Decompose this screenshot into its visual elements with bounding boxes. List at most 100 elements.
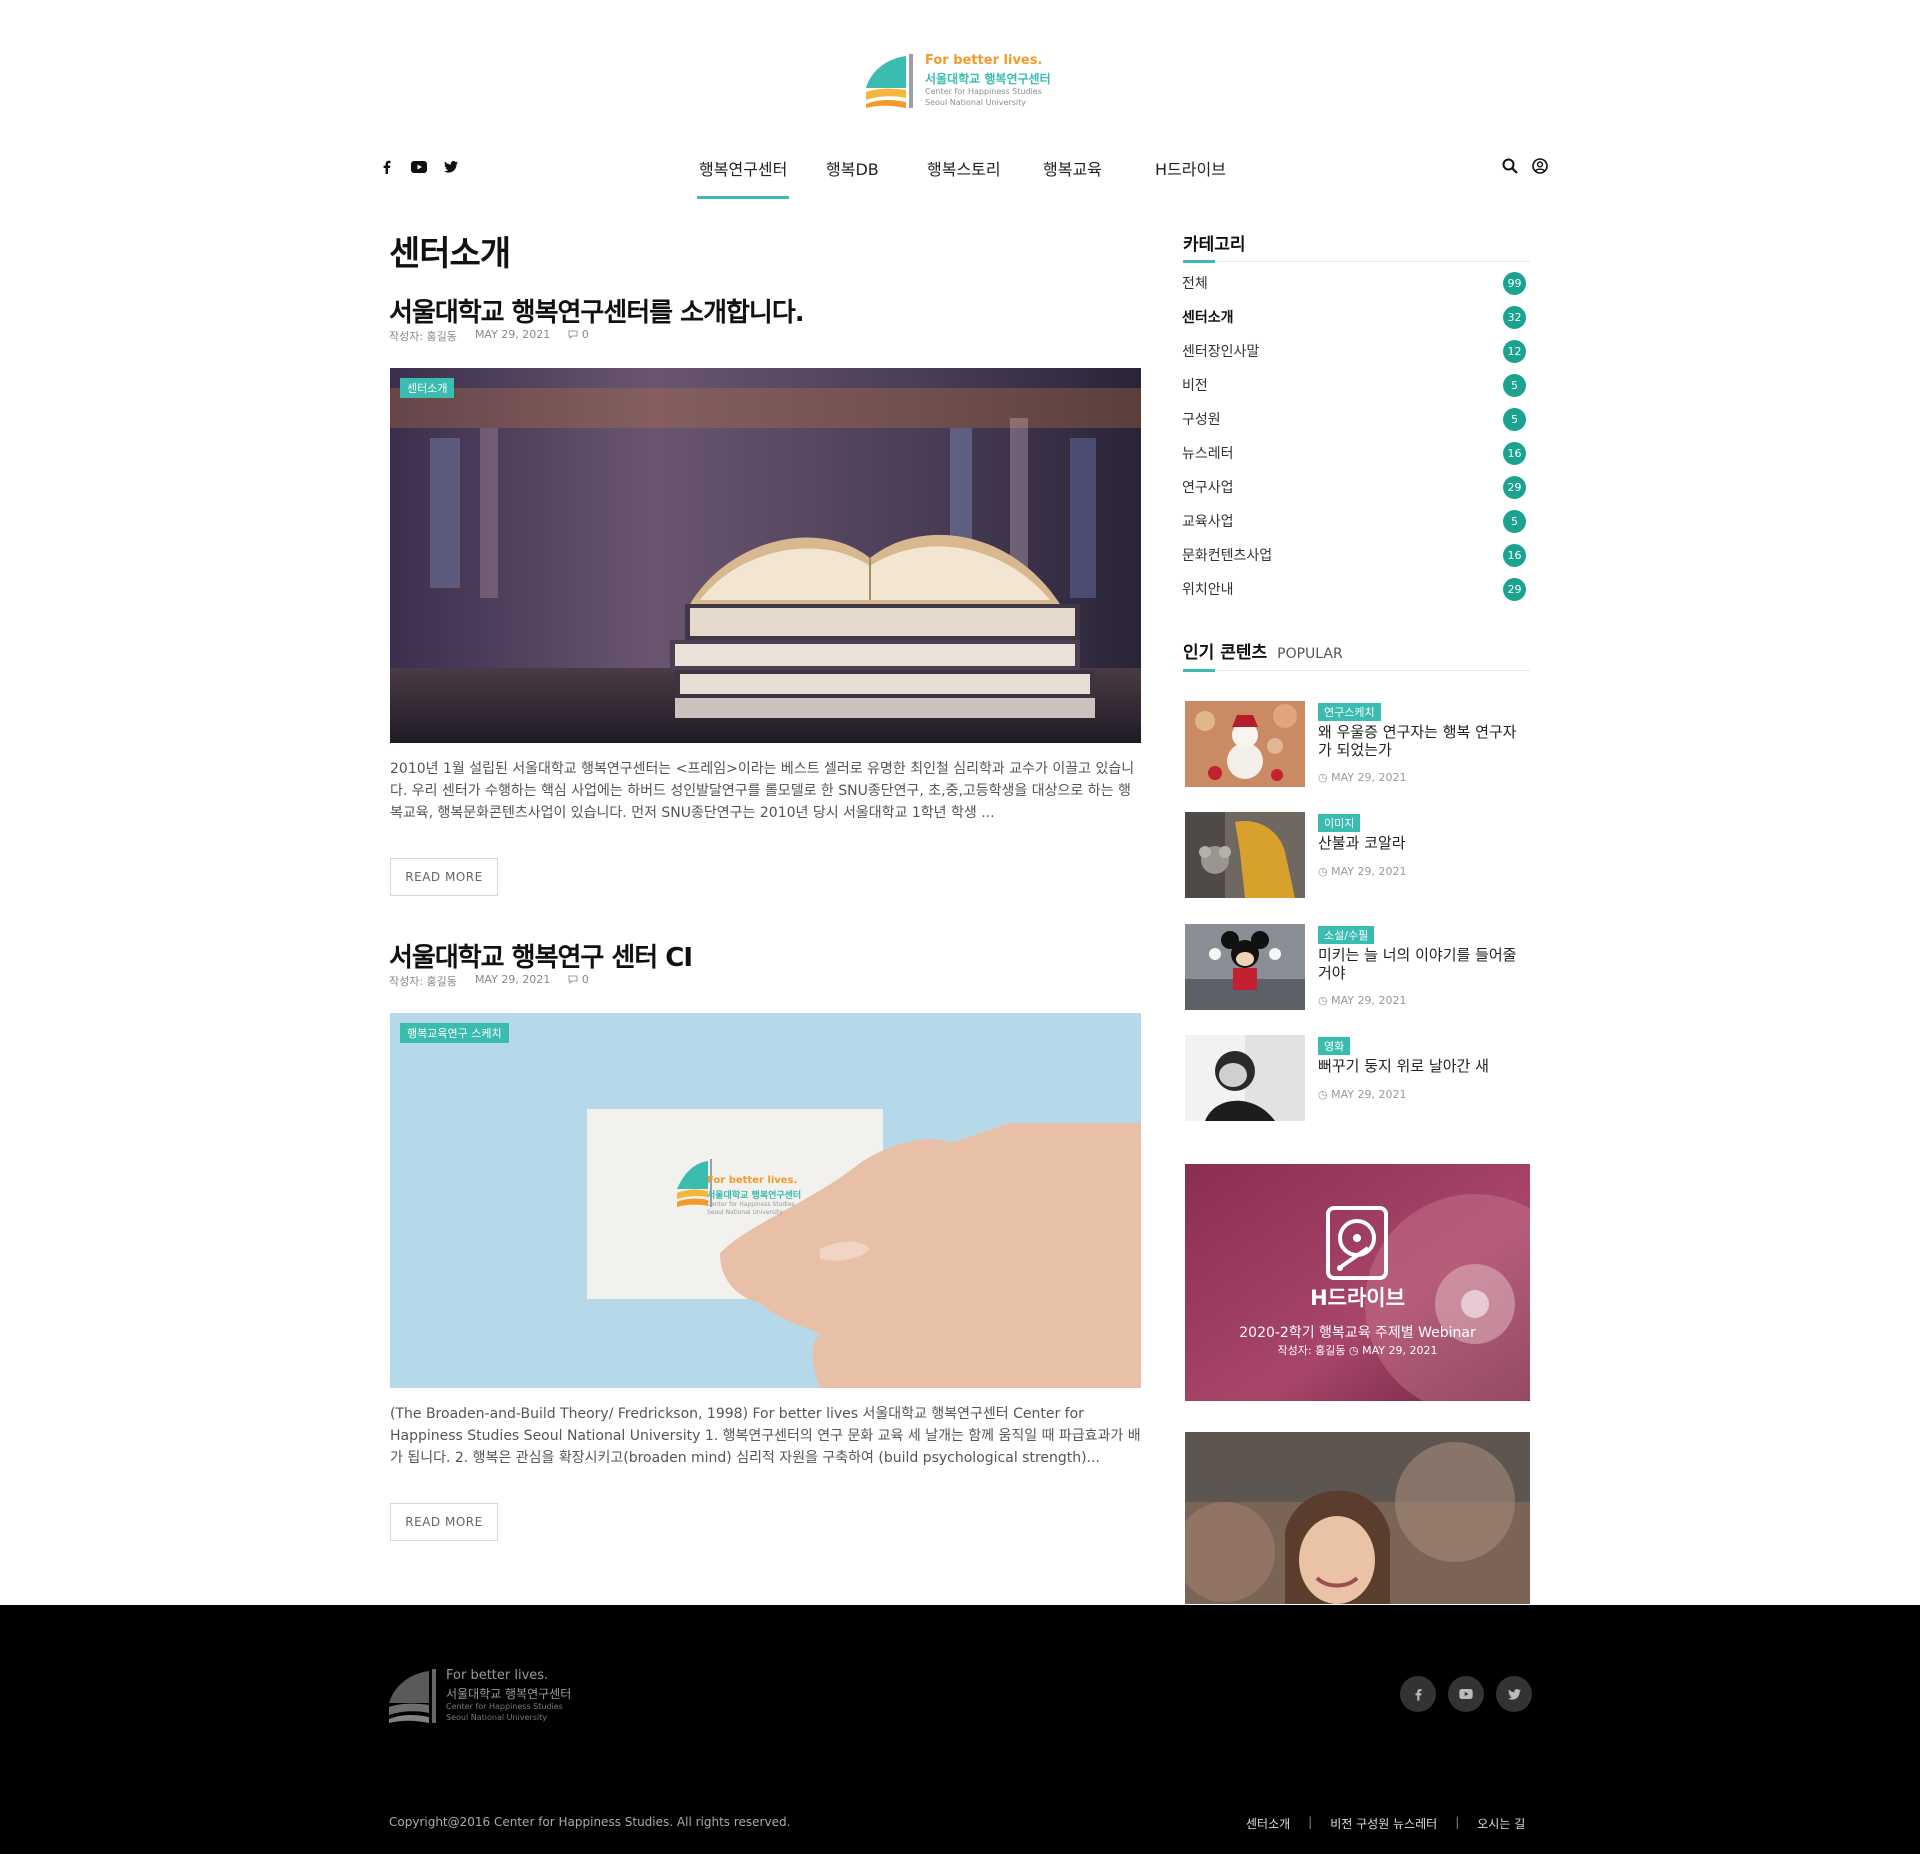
category-item[interactable]: 위치안내 29 <box>1182 572 1528 606</box>
category-list: 전체 99 센터소개 32 센터장인사말 12 비전 5 구성원 5 뉴스레터 16 연구사… <box>1182 266 1528 606</box>
category-count-badge: 16 <box>1503 441 1526 465</box>
nav-item-happiness-db[interactable]: 행복DB <box>826 156 879 180</box>
popular-category-tag[interactable]: 영화 <box>1318 1037 1351 1055</box>
post-comments[interactable]: 0 <box>568 973 589 989</box>
koala-image <box>1185 812 1305 898</box>
header-tools <box>1502 158 1548 178</box>
twitter-icon[interactable] <box>1496 1676 1532 1712</box>
popular-date: ◷ MAY 29, 2021 <box>1318 865 1407 878</box>
logo-divider <box>909 54 913 108</box>
cuckoo-nest-image <box>1185 1035 1305 1121</box>
copyright-text: Copyright@2016 Center for Happiness Stud… <box>389 1815 791 1829</box>
popular-heading-underline <box>1183 669 1530 672</box>
h-drive-meta: 작성자: 홍길동 ◷ MAY 29, 2021 <box>1277 1344 1438 1357</box>
nav-item-happiness-education[interactable]: 행복교육 <box>1043 156 1102 180</box>
footer-logo-sail-icon <box>389 1671 429 1723</box>
popular-item[interactable]: 영화 뻐꾸기 둥지 위로 날아간 새 ◷ MAY 29, 2021 <box>1185 1035 1530 1123</box>
category-count-badge: 5 <box>1503 509 1526 533</box>
nav-item-happiness-center[interactable]: 행복연구센터 <box>696 156 790 199</box>
logo-en-line2: Seoul National University <box>925 98 1026 107</box>
popular-title[interactable]: 뻐꾸기 둥지 위로 날아간 새 <box>1318 1057 1528 1075</box>
footer-link-separator: | <box>1455 1815 1460 1829</box>
footer-link-directions[interactable]: 오시는 길 <box>1477 1815 1525 1832</box>
site-logo[interactable]: For better lives. 서울대학교 행복연구센터 Center fo… <box>862 50 1062 114</box>
footer-link-separator: | <box>1308 1815 1313 1829</box>
footer-link-center-intro[interactable]: 센터소개 <box>1246 1815 1290 1832</box>
snowman-image <box>1185 701 1305 787</box>
h-drive-feature-card[interactable]: H드라이브 2020-2학기 행복교육 주제별 Webinar 작성자: 홍길동… <box>1185 1164 1530 1401</box>
popular-subheading: POPULAR <box>1277 646 1343 662</box>
post-thumbnail-books[interactable]: 센터소개 <box>390 368 1141 743</box>
popular-item[interactable]: 연구스케치 왜 우울증 연구자는 행복 연구자가 되었는가 ◷ MAY 29, … <box>1185 701 1530 789</box>
read-more-button[interactable]: READ MORE <box>390 1503 498 1541</box>
comment-icon <box>568 330 578 340</box>
category-item[interactable]: 연구사업 29 <box>1182 470 1528 504</box>
logo-en-line1: Center for Happiness Studies <box>925 87 1042 96</box>
popular-item[interactable]: 소설/수필 미키는 늘 너의 이야기를 들어줄 거야 ◷ MAY 29, 202… <box>1185 924 1530 1012</box>
post-thumbnail-business-card[interactable]: For better lives. 서울대학교 행복연구센터 Center fo… <box>390 1013 1141 1388</box>
nav-item-h-drive[interactable]: H드라이브 <box>1155 156 1226 180</box>
popular-title[interactable]: 왜 우울증 연구자는 행복 연구자가 되었는가 <box>1318 723 1528 759</box>
card-logo-slogan: For better lives. <box>707 1175 798 1186</box>
footer-link-vision-members-newsletter[interactable]: 비전 구성원 뉴스레터 <box>1330 1815 1437 1832</box>
post-author: 작성자: 홍길동 <box>389 975 457 988</box>
books-image <box>390 368 1141 743</box>
h-drive-title[interactable]: 2020-2학기 행복교육 주제별 Webinar <box>1185 1322 1530 1342</box>
footer-logo-en-line2: Seoul National University <box>446 1713 547 1722</box>
comment-icon <box>568 975 578 985</box>
category-count-badge: 29 <box>1503 475 1526 499</box>
category-item[interactable]: 비전 5 <box>1182 368 1528 402</box>
popular-thumbnail[interactable] <box>1185 1035 1305 1121</box>
popular-date: ◷ MAY 29, 2021 <box>1318 1088 1407 1101</box>
footer-links: 센터소개 | 비전 구성원 뉴스레터 | 오시는 길 <box>1246 1815 1525 1832</box>
footer-logo-slogan: For better lives. <box>446 1668 549 1683</box>
category-item[interactable]: 뉴스레터 16 <box>1182 436 1528 470</box>
popular-category-tag[interactable]: 소설/수필 <box>1318 926 1375 944</box>
logo-name: 서울대학교 행복연구센터 <box>925 72 1051 86</box>
category-count-badge: 32 <box>1503 305 1526 329</box>
post-category-tag[interactable]: 행복교육연구 스케치 <box>400 1023 509 1043</box>
post-category-tag[interactable]: 센터소개 <box>400 378 455 398</box>
popular-category-tag[interactable]: 이미지 <box>1318 814 1361 832</box>
youtube-icon[interactable] <box>1448 1676 1484 1712</box>
post-title[interactable]: 서울대학교 행복연구 센터 CI <box>389 937 693 974</box>
post-title[interactable]: 서울대학교 행복연구센터를 소개합니다. <box>389 292 805 329</box>
page-title: 센터소개 <box>389 234 511 274</box>
post-comments[interactable]: 0 <box>568 328 589 344</box>
user-account-icon[interactable] <box>1532 158 1548 178</box>
popular-item[interactable]: 이미지 산불과 코알라 ◷ MAY 29, 2021 <box>1185 812 1530 900</box>
category-item[interactable]: 교육사업 5 <box>1182 504 1528 538</box>
popular-thumbnail[interactable] <box>1185 924 1305 1010</box>
nav-item-happiness-story[interactable]: 행복스토리 <box>927 156 1001 180</box>
popular-title[interactable]: 미키는 늘 너의 이야기를 들어줄 거야 <box>1318 946 1528 982</box>
category-item[interactable]: 문화컨텐츠사업 16 <box>1182 538 1528 572</box>
search-icon[interactable] <box>1502 158 1518 178</box>
footer-logo-name: 서울대학교 행복연구센터 <box>446 1687 572 1701</box>
category-count-badge: 16 <box>1503 543 1526 567</box>
popular-title[interactable]: 산불과 코알라 <box>1318 834 1528 852</box>
h-drive-label: H드라이브 <box>1310 1286 1405 1310</box>
category-item[interactable]: 구성원 5 <box>1182 402 1528 436</box>
category-item[interactable]: 센터장인사말 12 <box>1182 334 1528 368</box>
logo-slogan: For better lives. <box>925 53 1043 68</box>
category-count-badge: 29 <box>1503 577 1526 601</box>
popular-thumbnail[interactable] <box>1185 812 1305 898</box>
footer-logo[interactable]: For better lives. 서울대학교 행복연구센터 Center fo… <box>385 1665 585 1729</box>
category-count-badge: 12 <box>1503 339 1526 363</box>
popular-category-tag[interactable]: 연구스케치 <box>1318 703 1381 721</box>
smiling-people-feature-card[interactable] <box>1185 1432 1530 1604</box>
categories-heading-underline <box>1183 260 1530 263</box>
post-date: MAY 29, 2021 <box>474 973 551 986</box>
post-meta: 작성자: 홍길동 MAY 29, 2021 0 <box>389 973 589 989</box>
categories-heading: 카테고리 <box>1183 235 1246 255</box>
popular-thumbnail[interactable] <box>1185 701 1305 787</box>
popular-date: ◷ MAY 29, 2021 <box>1318 771 1407 784</box>
card-logo-name: 서울대학교 행복연구센터 <box>707 1191 802 1201</box>
footer-social-links <box>1400 1676 1532 1712</box>
facebook-icon[interactable] <box>1400 1676 1436 1712</box>
category-item[interactable]: 전체 99 <box>1182 266 1528 300</box>
read-more-button[interactable]: READ MORE <box>390 858 498 896</box>
footer-logo-en-line1: Center for Happiness Studies <box>446 1702 563 1711</box>
post-author: 작성자: 홍길동 <box>389 330 457 343</box>
category-item[interactable]: 센터소개 32 <box>1182 300 1528 334</box>
